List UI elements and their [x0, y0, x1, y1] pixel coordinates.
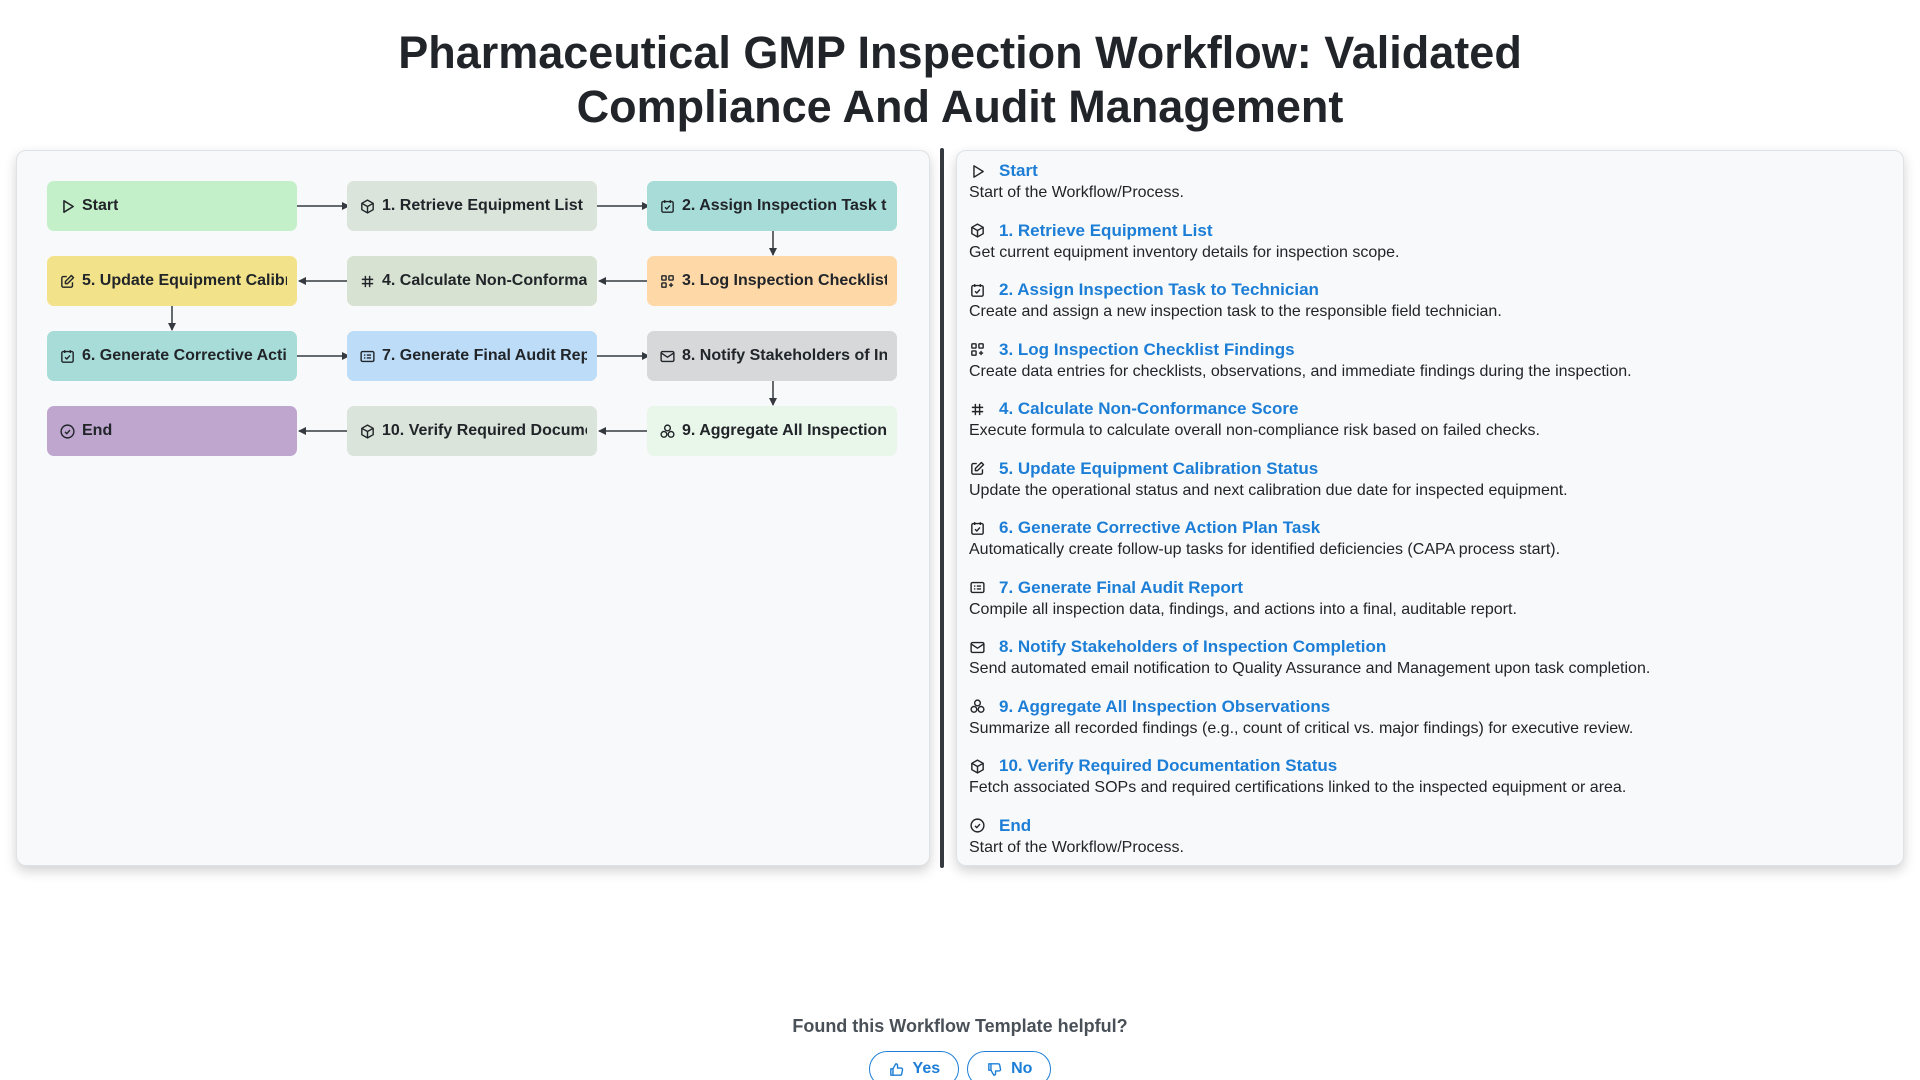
checkbox-icon	[59, 348, 76, 365]
node-label: 5. Update Equipment Calibr	[82, 272, 287, 289]
node-start[interactable]: Start	[47, 181, 297, 231]
report-icon	[969, 579, 986, 596]
step-description: Send automated email notification to Qua…	[969, 660, 1651, 677]
step-link[interactable]: 2. Assign Inspection Task to Technician	[999, 280, 1319, 300]
list-item: 8. Notify Stakeholders of Inspection Com…	[969, 637, 1891, 697]
node-label: 10. Verify Required Docume	[382, 422, 587, 439]
thumbs-up-icon	[889, 1062, 903, 1076]
step-description: Create and assign a new inspection task …	[969, 303, 1502, 320]
step-link[interactable]: 4. Calculate Non-Conformance Score	[999, 399, 1298, 419]
mail-icon	[659, 348, 676, 365]
node-label: 3. Log Inspection Checklist	[682, 272, 887, 289]
step-description: Execute formula to calculate overall non…	[969, 422, 1540, 439]
step-description: Start of the Workflow/Process.	[969, 838, 1184, 856]
box-icon	[359, 423, 376, 440]
hash-icon	[969, 401, 986, 418]
no-label: No	[1011, 1060, 1033, 1077]
edit-icon	[969, 460, 986, 477]
edit-icon	[59, 273, 76, 290]
box-icon	[969, 758, 986, 775]
checkbox-icon	[969, 520, 986, 537]
node-retrieve-equipment-list[interactable]: 1. Retrieve Equipment List	[347, 181, 597, 231]
step-description: Fetch associated SOPs and required certi…	[969, 779, 1627, 796]
step-description: Get current equipment inventory details …	[969, 243, 1400, 261]
report-icon	[359, 348, 376, 365]
panel-divider[interactable]	[940, 148, 944, 868]
check-circle-icon	[969, 817, 986, 834]
step-link[interactable]: 1. Retrieve Equipment List	[999, 221, 1213, 241]
node-log-inspection-checklist[interactable]: 3. Log Inspection Checklist	[647, 256, 897, 306]
step-description: Update the operational status and next c…	[969, 481, 1568, 499]
list-item: End Start of the Workflow/Process.	[969, 816, 1891, 876]
play-icon	[59, 198, 76, 215]
step-link[interactable]: 5. Update Equipment Calibration Status	[999, 459, 1318, 479]
list-item: 4. Calculate Non-Conformance Score Execu…	[969, 399, 1891, 459]
list-item: 1. Retrieve Equipment List Get current e…	[969, 221, 1891, 281]
step-link[interactable]: 9. Aggregate All Inspection Observations	[999, 697, 1330, 717]
play-icon	[969, 163, 986, 180]
grid-plus-icon	[969, 341, 986, 358]
step-link[interactable]: 6. Generate Corrective Action Plan Task	[999, 518, 1320, 538]
check-circle-icon	[59, 423, 76, 440]
node-label: 6. Generate Corrective Acti	[82, 347, 287, 364]
node-aggregate-inspection-observations[interactable]: 9. Aggregate All Inspection	[647, 406, 897, 456]
box-icon	[969, 222, 986, 239]
list-item: 9. Aggregate All Inspection Observations…	[969, 697, 1891, 757]
node-label: 4. Calculate Non-Conforma	[382, 272, 587, 289]
node-generate-final-audit-report[interactable]: 7. Generate Final Audit Rep	[347, 331, 597, 381]
node-label: 9. Aggregate All Inspection	[682, 422, 887, 439]
node-calculate-non-conformance[interactable]: 4. Calculate Non-Conforma	[347, 256, 597, 306]
node-update-equipment-calibration[interactable]: 5. Update Equipment Calibr	[47, 256, 297, 306]
yes-label: Yes	[912, 1060, 941, 1077]
step-link[interactable]: 3. Log Inspection Checklist Findings	[999, 340, 1295, 360]
list-item: 10. Verify Required Documentation Status…	[969, 756, 1891, 816]
page-title: Pharmaceutical GMP Inspection Workflow: …	[0, 26, 1920, 134]
list-item: 6. Generate Corrective Action Plan Task …	[969, 518, 1891, 578]
list-item: 2. Assign Inspection Task to Technician …	[969, 280, 1891, 340]
list-item: 5. Update Equipment Calibration Status U…	[969, 459, 1891, 519]
step-description: Summarize all recorded findings (e.g., c…	[969, 719, 1634, 737]
grid-plus-icon	[659, 273, 676, 290]
node-generate-corrective-action[interactable]: 6. Generate Corrective Acti	[47, 331, 297, 381]
step-description: Start of the Workflow/Process.	[969, 184, 1184, 201]
node-verify-required-documentation[interactable]: 10. Verify Required Docume	[347, 406, 597, 456]
page-title-line-1: Pharmaceutical GMP Inspection Workflow: …	[398, 27, 1522, 78]
step-description: Automatically create follow-up tasks for…	[969, 541, 1561, 558]
workflow-diagram-panel: Start 1. Retrieve Equipment List 2. Assi…	[16, 150, 930, 866]
box-icon	[359, 198, 376, 215]
page-title-line-2: Compliance And Audit Management	[576, 81, 1344, 132]
step-description: Create data entries for checklists, obse…	[969, 362, 1632, 380]
step-link[interactable]: 10. Verify Required Documentation Status	[999, 756, 1337, 776]
circles-icon	[969, 698, 986, 715]
step-description: Compile all inspection data, findings, a…	[969, 600, 1517, 618]
thumbs-down-icon	[988, 1062, 1002, 1076]
node-label: 8. Notify Stakeholders of In	[682, 347, 887, 364]
feedback-question: Found this Workflow Template helpful?	[792, 1016, 1128, 1036]
node-label: Start	[82, 197, 119, 214]
no-button[interactable]: No	[967, 1051, 1052, 1080]
node-assign-inspection-task[interactable]: 2. Assign Inspection Task t	[647, 181, 897, 231]
list-item: Start Start of the Workflow/Process.	[969, 161, 1891, 221]
checkbox-icon	[969, 282, 986, 299]
step-link[interactable]: Start	[999, 161, 1038, 181]
node-label: 7. Generate Final Audit Rep	[382, 347, 587, 364]
feedback-section: Found this Workflow Template helpful? Ye…	[0, 1016, 1920, 1080]
node-end[interactable]: End	[47, 406, 297, 456]
node-label: End	[82, 422, 113, 439]
checkbox-icon	[659, 198, 676, 215]
node-label: 2. Assign Inspection Task t	[682, 197, 887, 214]
list-item: 7. Generate Final Audit Report Compile a…	[969, 578, 1891, 638]
step-link[interactable]: 8. Notify Stakeholders of Inspection Com…	[999, 637, 1386, 657]
mail-icon	[969, 639, 986, 656]
workflow-steps-list: Start Start of the Workflow/Process. 1. …	[956, 150, 1904, 866]
node-notify-stakeholders[interactable]: 8. Notify Stakeholders of In	[647, 331, 897, 381]
circles-icon	[659, 423, 676, 440]
yes-button[interactable]: Yes	[868, 1051, 960, 1080]
step-link[interactable]: End	[999, 816, 1031, 836]
step-link[interactable]: 7. Generate Final Audit Report	[999, 578, 1243, 598]
node-label: 1. Retrieve Equipment List	[382, 197, 583, 214]
hash-icon	[359, 273, 376, 290]
list-item: 3. Log Inspection Checklist Findings Cre…	[969, 340, 1891, 400]
